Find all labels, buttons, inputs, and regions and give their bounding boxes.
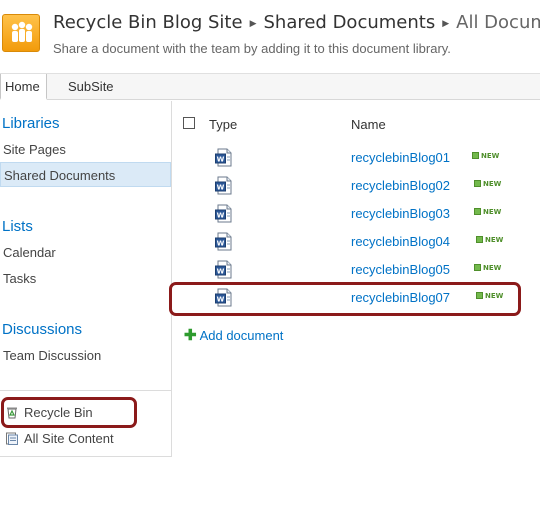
breadcrumb-site[interactable]: Recycle Bin Blog Site	[53, 12, 243, 33]
lists-heading[interactable]: Lists	[2, 218, 33, 235]
word-document-icon[interactable]: W	[215, 148, 233, 167]
document-name-link[interactable]: recyclebinBlog05	[351, 262, 450, 277]
libraries-heading[interactable]: Libraries	[2, 115, 60, 132]
site-logo-icon[interactable]	[2, 14, 40, 52]
new-icon: NEW	[474, 264, 501, 272]
tab-subsite[interactable]: SubSite	[64, 74, 118, 100]
svg-text:W: W	[217, 268, 225, 276]
sidebar-item-tasks[interactable]: Tasks	[3, 271, 36, 286]
sidebar-item-calendar[interactable]: Calendar	[3, 245, 56, 260]
document-name-link[interactable]: recyclebinBlog01	[351, 150, 450, 165]
sidebar-item-site-pages[interactable]: Site Pages	[3, 142, 66, 157]
top-nav: Home SubSite	[0, 73, 540, 100]
column-header-type[interactable]: Type	[209, 117, 237, 132]
sidebar-divider	[0, 390, 171, 391]
breadcrumb-arrow-icon: ▶	[442, 19, 450, 29]
new-badge-label: NEW	[483, 208, 502, 216]
document-name-link[interactable]: recyclebinBlog04	[351, 234, 450, 249]
new-badge-label: NEW	[481, 152, 500, 160]
new-icon: NEW	[472, 152, 499, 160]
new-badge-label: NEW	[483, 180, 502, 188]
add-icon: ✚	[184, 327, 197, 344]
sidebar-item-shared-documents[interactable]: Shared Documents	[0, 162, 171, 187]
word-document-icon[interactable]: W	[215, 176, 233, 195]
svg-text:W: W	[217, 240, 225, 248]
svg-text:W: W	[217, 212, 225, 220]
breadcrumb-view[interactable]: All Docume	[456, 12, 540, 33]
new-badge-label: NEW	[485, 236, 504, 244]
breadcrumb-library[interactable]: Shared Documents	[263, 12, 435, 33]
breadcrumb: Recycle Bin Blog Site ▶ Shared Documents ▶ A…	[53, 12, 540, 33]
new-badge-square	[474, 180, 481, 187]
select-all-checkbox[interactable]	[183, 117, 195, 129]
document-name-link[interactable]: recyclebinBlog03	[351, 206, 450, 221]
new-icon: NEW	[474, 208, 501, 216]
word-document-icon[interactable]: W	[215, 204, 233, 223]
word-document-icon[interactable]: W	[215, 260, 233, 279]
new-badge-square	[476, 236, 483, 243]
svg-text:W: W	[217, 156, 225, 164]
library-description: Share a document with the team by adding…	[53, 41, 451, 56]
highlight-box-recycle-bin	[1, 397, 137, 428]
all-site-content-icon	[6, 432, 18, 445]
new-badge-label: NEW	[483, 264, 502, 272]
word-document-icon[interactable]: W	[215, 232, 233, 251]
add-document-label: Add document	[199, 328, 284, 343]
highlight-box-document	[169, 282, 521, 316]
new-icon: NEW	[476, 236, 503, 244]
new-badge-square	[474, 208, 481, 215]
column-header-name[interactable]: Name	[351, 117, 386, 132]
discussions-heading[interactable]: Discussions	[2, 321, 82, 338]
sidebar-item-team-discussion[interactable]: Team Discussion	[3, 348, 101, 363]
all-site-content-link[interactable]: All Site Content	[6, 431, 114, 446]
svg-text:W: W	[217, 184, 225, 192]
all-site-content-label: All Site Content	[24, 431, 114, 446]
breadcrumb-arrow-icon: ▶	[249, 19, 257, 29]
document-name-link[interactable]: recyclebinBlog02	[351, 178, 450, 193]
new-icon: NEW	[474, 180, 501, 188]
new-badge-square	[472, 152, 479, 159]
new-badge-square	[474, 264, 481, 271]
add-document-link[interactable]: ✚ Add document	[184, 326, 283, 344]
tab-home[interactable]: Home	[0, 74, 47, 100]
